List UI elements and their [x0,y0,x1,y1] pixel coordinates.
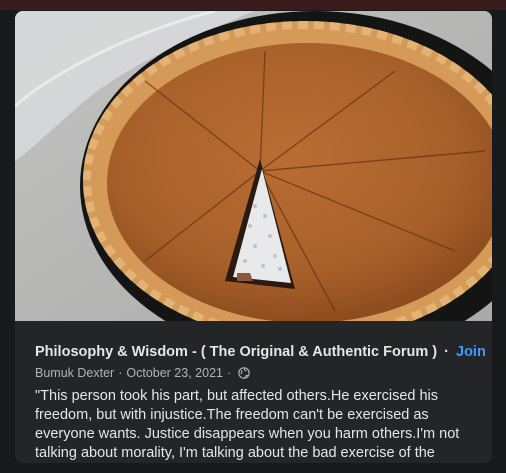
top-bar [0,0,506,10]
group-name-link[interactable]: Philosophy & Wisdom - ( The Original & A… [35,344,437,360]
post-card: Philosophy & Wisdom - ( The Original & A… [15,11,492,463]
post-info: Philosophy & Wisdom - ( The Original & A… [15,321,492,463]
meta-separator: · [118,366,123,380]
meta-trailing-separator: · [226,366,232,380]
post-text: "This person took his part, but affected… [35,388,460,461]
join-button[interactable]: Join [456,344,486,360]
post-image[interactable] [15,11,492,321]
pie-image [15,11,492,321]
globe-icon [238,367,250,379]
post-date-link[interactable]: October 23, 2021 [126,366,223,380]
title-separator: · [444,344,449,360]
author-link[interactable]: Bumuk Dexter [35,366,114,380]
post-title-row: Philosophy & Wisdom - ( The Original & A… [35,344,486,360]
post-meta-row: Bumuk Dexter · October 23, 2021 · [35,366,480,380]
